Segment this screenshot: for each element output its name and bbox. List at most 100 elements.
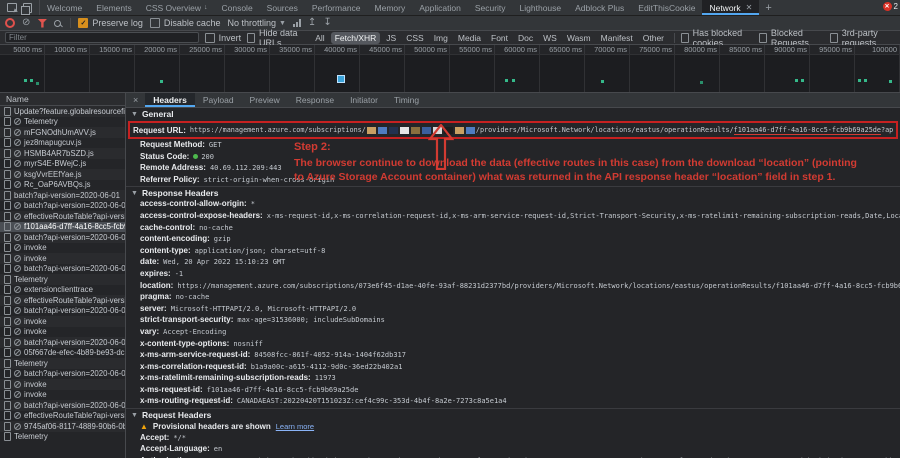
header-value: b1a9a00c-a615-4112-9d0c-36ed22b402a1 xyxy=(251,363,900,371)
section-general[interactable]: ▼ General xyxy=(126,108,900,120)
request-row[interactable]: extensionclienttrace xyxy=(0,285,125,296)
request-row[interactable]: ksgVvrEEfYae.js xyxy=(0,169,125,180)
request-row[interactable]: batch?api-version=2020-06-01 xyxy=(0,190,125,201)
details-tab-timing[interactable]: Timing xyxy=(386,93,427,107)
request-row[interactable]: batch?api-version=2020-06-01 xyxy=(0,306,125,317)
tab-network[interactable]: Network✕ xyxy=(702,0,759,15)
learn-more-link[interactable]: Learn more xyxy=(276,422,314,431)
blocked-icon xyxy=(14,391,21,398)
details-tab-payload[interactable]: Payload xyxy=(195,93,242,107)
request-row[interactable]: invoke xyxy=(0,316,125,327)
request-row[interactable]: effectiveRouteTable?api-version=20... xyxy=(0,295,125,306)
request-row[interactable]: effectiveRouteTable?api-version=20... xyxy=(0,211,125,222)
request-row[interactable]: batch?api-version=2020-06-01 xyxy=(0,400,125,411)
tab-sources[interactable]: Sources xyxy=(260,0,305,15)
filter-pill-all[interactable]: All xyxy=(311,32,328,44)
request-name: Telemetry xyxy=(14,359,48,368)
request-row[interactable]: batch?api-version=2020-06-01 xyxy=(0,337,125,348)
tab-console[interactable]: Console xyxy=(214,0,259,15)
details-tabbar: × HeadersPayloadPreviewResponseInitiator… xyxy=(126,93,900,108)
name-column-header[interactable]: Name xyxy=(0,93,125,106)
document-icon xyxy=(4,159,11,168)
request-row[interactable]: invoke xyxy=(0,390,125,401)
tab-welcome[interactable]: Welcome xyxy=(40,0,89,15)
request-row[interactable]: batch?api-version=2020-06-01 xyxy=(0,264,125,275)
section-response-headers[interactable]: ▼ Response Headers xyxy=(126,186,900,199)
filter-icon[interactable] xyxy=(37,19,47,28)
filter-input[interactable] xyxy=(5,32,199,43)
filter-pill-font[interactable]: Font xyxy=(487,32,512,44)
filter-pill-doc[interactable]: Doc xyxy=(514,32,537,44)
details-tab-preview[interactable]: Preview xyxy=(242,93,288,107)
request-row[interactable]: Telemetry xyxy=(0,274,125,285)
filter-pill-fetchxhr[interactable]: Fetch/XHR xyxy=(331,32,381,44)
filter-pill-img[interactable]: Img xyxy=(430,32,452,44)
timeline-ruler: 5000 ms10000 ms15000 ms20000 ms25000 ms3… xyxy=(0,45,900,55)
network-conditions-icon[interactable] xyxy=(293,19,301,27)
filter-pill-other[interactable]: Other xyxy=(639,32,668,44)
tab-performance[interactable]: Performance xyxy=(305,0,368,15)
redaction-block xyxy=(433,127,442,134)
section-request-headers[interactable]: ▼ Request Headers xyxy=(126,408,900,421)
request-row[interactable]: f101aa46-d7ff-4a16-8cc5-fcb9b69a... xyxy=(0,222,125,233)
request-row[interactable]: invoke xyxy=(0,253,125,264)
timeline-overview[interactable] xyxy=(0,55,900,93)
request-row[interactable]: mFGNOdhUmAVV.js xyxy=(0,127,125,138)
close-details-icon[interactable]: × xyxy=(126,93,145,107)
request-row[interactable]: invoke xyxy=(0,327,125,338)
filter-pill-wasm[interactable]: Wasm xyxy=(563,32,595,44)
more-tools-button[interactable]: + xyxy=(759,0,777,15)
filter-pill-js[interactable]: JS xyxy=(382,32,400,44)
details-tab-initiator[interactable]: Initiator xyxy=(342,93,386,107)
filter-pill-manifest[interactable]: Manifest xyxy=(597,32,637,44)
close-tab-icon[interactable]: ✕ xyxy=(746,3,753,12)
request-row[interactable]: effectiveRouteTable?api-version=20... xyxy=(0,411,125,422)
details-tab-response[interactable]: Response xyxy=(288,93,342,107)
tab-css-overview[interactable]: CSS Overview↓ xyxy=(139,0,215,15)
tab-security[interactable]: Security xyxy=(468,0,513,15)
blocked-icon xyxy=(14,202,21,209)
details-tab-headers[interactable]: Headers xyxy=(145,93,195,107)
request-row[interactable]: batch?api-version=2020-06-01 xyxy=(0,232,125,243)
header-value: */* xyxy=(173,434,900,442)
record-network-log-icon[interactable] xyxy=(5,18,15,28)
export-har-icon[interactable]: ↧ xyxy=(323,18,331,28)
search-icon[interactable] xyxy=(54,20,61,27)
filter-pill-media[interactable]: Media xyxy=(454,32,485,44)
inspect-element-icon[interactable] xyxy=(7,3,17,12)
tab-memory[interactable]: Memory xyxy=(368,0,413,15)
network-main: Name Update?feature.globalresourcefilter… xyxy=(0,93,900,458)
request-row[interactable]: jez8mapugcuv.js xyxy=(0,138,125,149)
request-row[interactable]: myrS4E-BWejC.js xyxy=(0,159,125,170)
device-toolbar-icon[interactable] xyxy=(23,3,32,13)
tab-adblock-plus[interactable]: Adblock Plus xyxy=(568,0,631,15)
tab-editthiscookie[interactable]: EditThisCookie xyxy=(631,0,702,15)
request-row[interactable]: Telemetry xyxy=(0,432,125,443)
request-row[interactable]: Telemetry xyxy=(0,117,125,128)
invert-checkbox[interactable]: Invert xyxy=(205,33,242,43)
overview-event-dot xyxy=(700,81,703,84)
request-row[interactable]: HSMB4AR7bSZD.js xyxy=(0,148,125,159)
filter-pill-ws[interactable]: WS xyxy=(539,32,561,44)
disable-cache-checkbox[interactable]: Disable cache xyxy=(150,18,221,28)
throttling-dropdown[interactable]: No throttling ▼ xyxy=(227,18,285,28)
document-icon xyxy=(4,390,11,399)
request-row[interactable]: batch?api-version=2020-06-01 xyxy=(0,369,125,380)
request-row[interactable]: invoke xyxy=(0,379,125,390)
request-row[interactable]: Telemetry xyxy=(0,358,125,369)
error-indicator[interactable]: ✕ 2 xyxy=(883,2,898,11)
preserve-log-checkbox[interactable]: ✓ Preserve log xyxy=(78,18,143,28)
request-row[interactable]: Update?feature.globalresourcefilter=tr..… xyxy=(0,106,125,117)
blocked-icon xyxy=(14,339,21,346)
clear-network-log-icon[interactable]: ⊘ xyxy=(22,18,30,28)
request-row[interactable]: Rc_OaP6AVBQs.js xyxy=(0,180,125,191)
tab-elements[interactable]: Elements xyxy=(89,0,138,15)
filter-pill-css[interactable]: CSS xyxy=(402,32,427,44)
request-row[interactable]: invoke xyxy=(0,243,125,254)
import-har-icon[interactable]: ↥ xyxy=(308,18,316,28)
request-row[interactable]: batch?api-version=2020-06-01 xyxy=(0,201,125,212)
request-row[interactable]: 05f667de-efec-4b89-be93-dcaf81c1... xyxy=(0,348,125,359)
tab-application[interactable]: Application xyxy=(412,0,468,15)
tab-lighthouse[interactable]: Lighthouse xyxy=(513,0,569,15)
request-row[interactable]: 9745af06-8117-4889-90b6-0bae09d... xyxy=(0,421,125,432)
